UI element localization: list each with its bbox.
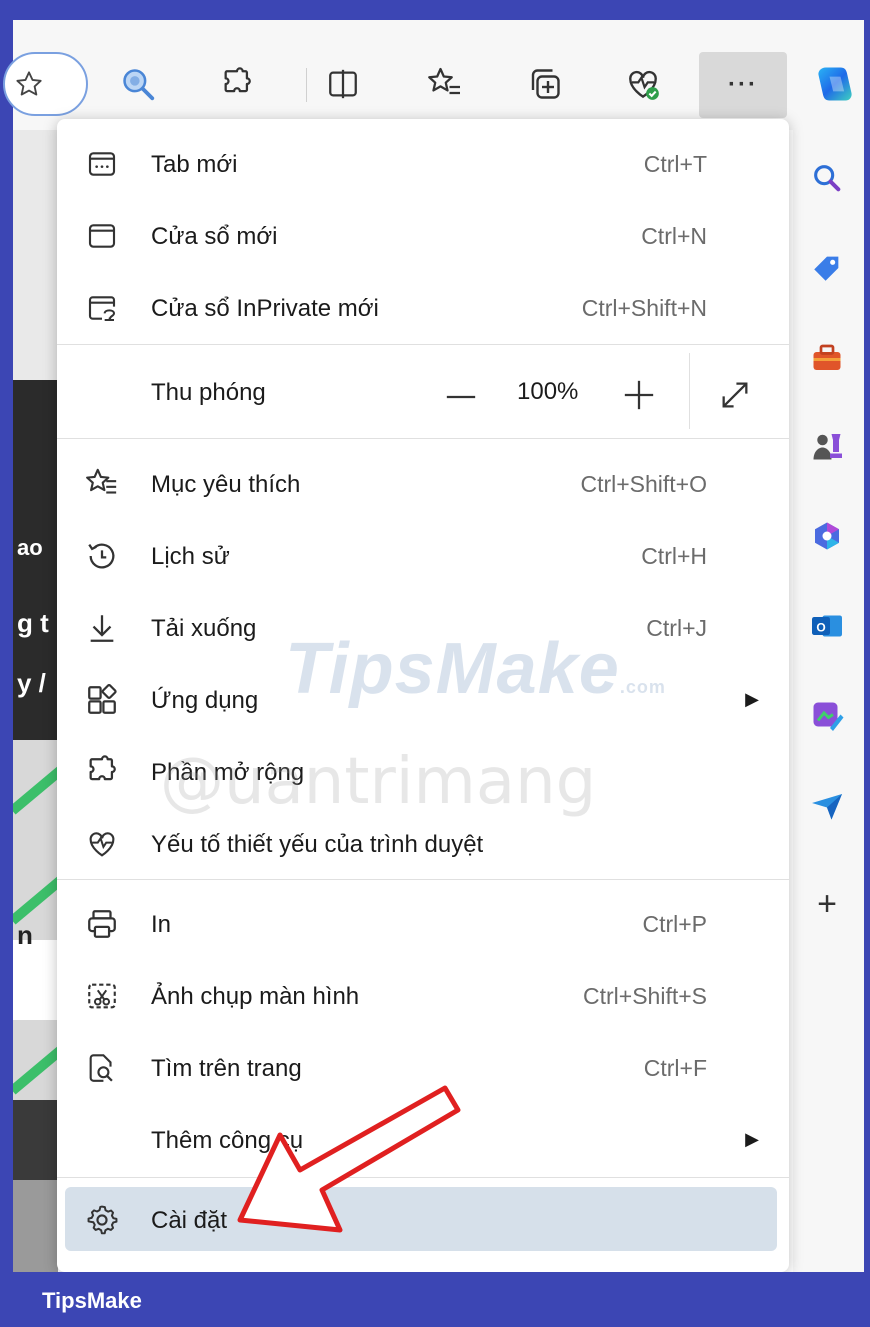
more-dots-icon: ··· <box>728 71 758 98</box>
download-icon <box>85 611 119 645</box>
red-arrow-annotation <box>237 1085 461 1233</box>
footer-brand: TipsMake <box>42 1288 142 1313</box>
inprivate-window-icon <box>85 291 119 325</box>
background-image-block <box>13 1180 58 1272</box>
menu-item-shortcut: Ctrl+Shift+N <box>581 295 707 321</box>
settings-and-more-button[interactable]: ··· <box>699 52 787 118</box>
menu-item-print[interactable]: In Ctrl+P <box>57 887 789 957</box>
background-text: g t <box>17 608 49 638</box>
menu-item-favorites[interactable]: Mục yêu thích Ctrl+Shift+O <box>57 447 789 517</box>
menu-item-label: In <box>151 911 172 938</box>
zoom-separator <box>689 353 690 429</box>
menu-item-new-tab[interactable]: Tab mới Ctrl+T <box>57 127 789 197</box>
menu-item-label: Ảnh chụp màn hình <box>151 983 360 1010</box>
menu-item-label: Mục yêu thích <box>151 471 301 498</box>
menu-divider <box>57 344 789 345</box>
menu-item-label: Cửa sổ InPrivate mới <box>151 295 379 322</box>
menu-item-shortcut: Ctrl+Shift+O <box>580 471 707 497</box>
menu-item-label: Tìm trên trang <box>151 1055 302 1082</box>
zoom-label: Thu phóng <box>151 379 266 406</box>
menu-item-label: Cài đặt <box>151 1207 228 1234</box>
submenu-arrow-icon: ▶ <box>745 1129 759 1149</box>
microsoft365-icon[interactable] <box>807 516 847 556</box>
split-screen-icon[interactable] <box>321 62 365 106</box>
browser-essentials-icon <box>85 827 119 861</box>
menu-item-shortcut: Ctrl+P <box>642 911 707 937</box>
extensions-icon[interactable] <box>215 62 259 106</box>
address-bar[interactable] <box>3 52 88 116</box>
edge-sidebar: O + <box>793 130 864 1272</box>
visual-search-icon[interactable] <box>116 62 160 106</box>
background-text: y / <box>17 668 46 698</box>
tipsmake-watermark: TipsMake.com <box>285 629 666 709</box>
background-dark-block <box>13 1100 58 1180</box>
frame-left <box>0 0 13 1327</box>
frame-top <box>0 0 870 20</box>
quantrimang-watermark: @uantrimang <box>160 745 597 819</box>
frame-right <box>864 0 870 1327</box>
designer-icon[interactable] <box>807 696 847 736</box>
history-icon <box>85 539 119 573</box>
menu-item-shortcut: Ctrl+Shift+S <box>583 983 707 1009</box>
menu-item-history[interactable]: Lịch sử Ctrl+H <box>57 519 789 589</box>
svg-text:O: O <box>816 620 825 634</box>
menu-item-shortcut: Ctrl+N <box>641 223 707 249</box>
menu-item-label: Yếu tố thiết yếu của trình duyệt <box>151 831 484 858</box>
favorites-icon <box>85 467 119 501</box>
new-window-icon <box>85 219 119 253</box>
menu-divider <box>57 879 789 880</box>
menu-divider <box>57 438 789 439</box>
toolbar-separator <box>306 68 307 102</box>
browser-essentials-icon[interactable] <box>621 62 665 106</box>
menu-item-shortcut: Ctrl+T <box>643 151 707 177</box>
screenshot-icon <box>85 979 119 1013</box>
fullscreen-button[interactable] <box>713 373 757 417</box>
background-text: n <box>17 920 33 950</box>
background-text: ao <box>17 535 43 560</box>
apps-icon <box>85 683 119 717</box>
menu-item-new-inprivate[interactable]: Cửa sổ InPrivate mới Ctrl+Shift+N <box>57 271 789 341</box>
zoom-level: 100% <box>517 378 579 405</box>
menu-item-label: Tab mới <box>151 151 238 178</box>
background-white-block <box>13 940 58 1020</box>
zoom-out-button[interactable] <box>439 375 483 419</box>
zoom-in-button[interactable] <box>617 373 661 417</box>
print-icon <box>85 907 119 941</box>
minus-icon <box>446 395 476 399</box>
copilot-icon[interactable] <box>813 62 857 106</box>
submenu-arrow-icon: ▶ <box>745 689 759 709</box>
menu-item-screenshot[interactable]: Ảnh chụp màn hình Ctrl+Shift+S <box>57 959 789 1029</box>
games-icon[interactable] <box>807 426 847 466</box>
menu-item-label: Lịch sử <box>151 543 230 570</box>
menu-item-label: Cửa sổ mới <box>151 223 278 250</box>
favorite-star-icon[interactable] <box>15 70 43 98</box>
menu-item-shortcut: Ctrl+F <box>643 1055 707 1081</box>
favorites-icon[interactable] <box>423 62 467 106</box>
extensions-icon <box>85 755 119 789</box>
fullscreen-icon <box>722 382 748 408</box>
menu-item-shortcut: Ctrl+H <box>641 543 707 569</box>
drop-icon[interactable] <box>807 786 847 826</box>
footer-bar: TipsMake <box>0 1272 870 1327</box>
browser-toolbar: ··· <box>3 20 864 130</box>
gear-icon <box>85 1203 119 1237</box>
new-tab-icon <box>85 147 119 181</box>
menu-item-label: Tải xuống <box>151 615 257 642</box>
collections-icon[interactable] <box>523 62 567 106</box>
plus-icon <box>624 380 654 410</box>
search-icon[interactable] <box>807 158 847 198</box>
menu-item-new-window[interactable]: Cửa sổ mới Ctrl+N <box>57 199 789 269</box>
page-background: ao g t y / n <box>13 130 58 1272</box>
add-icon[interactable]: + <box>807 884 847 924</box>
menu-item-label: Ứng dụng <box>151 687 259 714</box>
tools-icon[interactable] <box>807 338 847 378</box>
outlook-icon[interactable]: O <box>807 606 847 646</box>
find-on-page-icon <box>85 1051 119 1085</box>
shopping-tag-icon[interactable] <box>807 248 847 288</box>
